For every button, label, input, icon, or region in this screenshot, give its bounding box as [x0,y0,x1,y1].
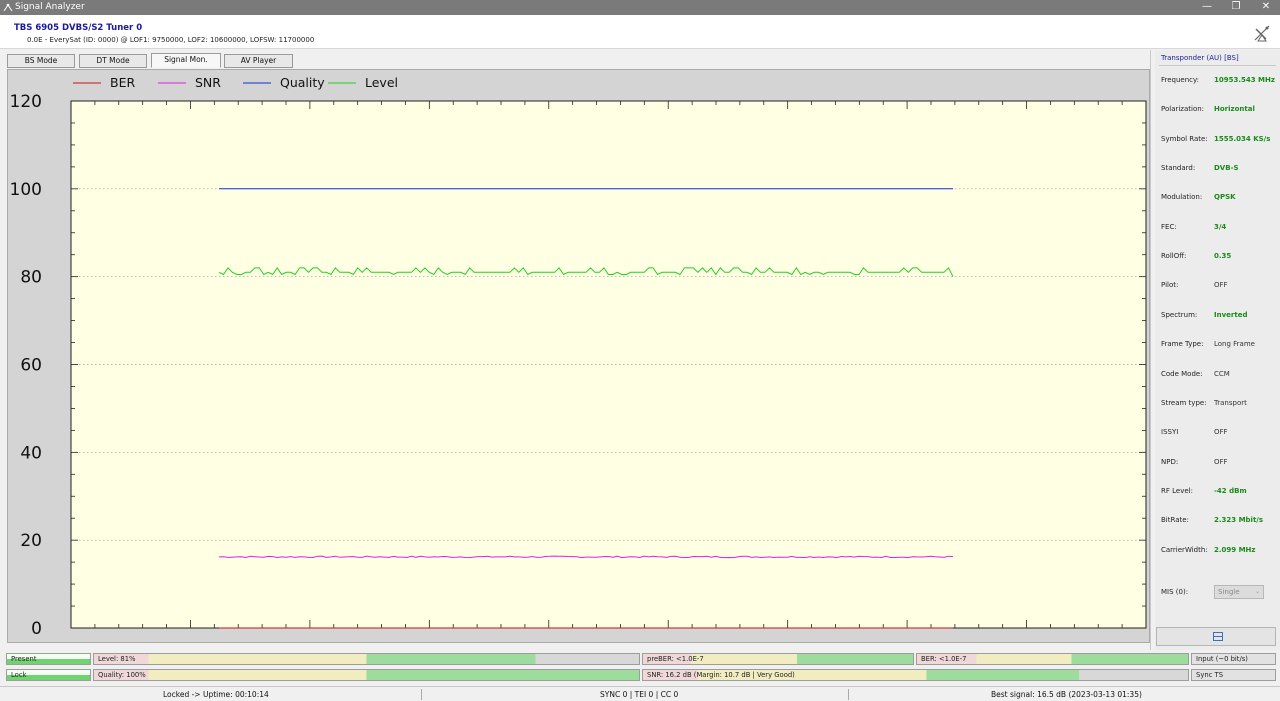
prop-value: 10953.543 MHz [1214,76,1275,84]
prop-value: 3/4 [1214,222,1227,231]
ber-label: BER: <1.0E-7 [921,655,967,663]
status-bar: Locked -> Uptime: 00:10:14 SYNC 0 | TEI … [0,686,1280,701]
level-label: Level: 81% [98,655,136,663]
mis-label: MIS (0): [1161,588,1189,596]
preber-label: preBER: <1.0E-7 [647,655,704,663]
prop-label: Standard: [1161,164,1196,173]
lock-indicator: Lock [6,669,91,681]
prop-label: CarrierWidth: [1161,545,1208,554]
prop-value: OFF [1214,428,1228,437]
prop-value: Inverted [1214,310,1248,319]
legend-label: SNR [195,75,221,90]
tab-dt-mode[interactable]: DT Mode [79,54,147,68]
mis-select[interactable]: Single ⌄ [1214,585,1264,599]
close-button[interactable]: ✕ [1251,0,1280,15]
prop-label: Code Mode: [1161,369,1203,378]
prop-label: RF Level: [1161,486,1193,495]
prop-value: OFF [1214,281,1228,290]
prop-value: Transport [1214,398,1247,407]
prop-value: -42 dBm [1214,486,1247,495]
minimize-button[interactable]: — [1192,0,1222,15]
present-indicator: Present [6,653,91,665]
transponder-title: Transponder (AU) [BS] [1161,54,1239,62]
tab-av-player[interactable]: AV Player [224,54,293,68]
prop-label: Modulation: [1161,193,1203,202]
y-tick-label: 0 [31,619,42,639]
window-panel-icon [1213,632,1223,641]
prop-value: 1555.034 KS/s [1214,134,1271,143]
prop-label: FEC: [1161,222,1177,231]
prop-value: QPSK [1214,193,1236,202]
satellite-info: 0.0E - EverySat (ID: 0000) @ LOF1: 97500… [27,36,315,44]
prop-label: Symbol Rate: [1161,134,1208,143]
y-tick-label: 60 [20,356,42,376]
preber-meter: preBER: <1.0E-7 [642,653,914,665]
y-tick-label: 20 [20,531,42,551]
restore-button[interactable]: ❐ [1221,0,1251,15]
snr-label: SNR: 16.2 dB (Margin: 10.7 dB | Very Goo… [647,671,795,679]
y-tick-label: 100 [10,180,42,200]
prop-value: CCM [1214,369,1230,378]
tab-bs-mode[interactable]: BS Mode [7,54,75,68]
tuner-header: TBS 6905 DVBS/S2 Tuner 0 0.0E - EverySat… [0,15,1280,49]
input-label: Input (~0 bit/s) [1196,655,1248,663]
prop-label: Spectrum: [1161,310,1198,319]
sync-counters: SYNC 0 | TEI 0 | CC 0 [600,690,679,699]
snr-meter: SNR: 16.2 dB (Margin: 10.7 dB | Very Goo… [642,669,1189,681]
ber-meter: BER: <1.0E-7 [916,653,1189,665]
panel-divider [1159,65,1276,66]
app-logo-icon [3,3,13,12]
panel-toggle-button[interactable] [1156,627,1276,646]
signal-chart: BER SNR Quality Level 0 20 40 60 80 100 120 [7,69,1150,643]
quality-label: Quality: 100% [98,671,146,679]
panel-splitter[interactable] [1150,50,1151,650]
uptime-status: Locked -> Uptime: 00:10:14 [163,690,269,699]
signal-chart-svg: BER SNR Quality Level 0 20 40 60 80 100 120 [10,75,1147,639]
level-meter: Level: 81% [93,653,640,665]
prop-label: Stream type: [1161,398,1207,407]
window-title-bar: Signal Analyzer — ❐ ✕ [0,0,1280,15]
device-name: TBS 6905 DVBS/S2 Tuner 0 [14,23,143,33]
prop-label: NPD: [1161,457,1179,466]
prop-value: 2.323 Mbit/s [1214,516,1264,525]
prop-label: RollOff: [1161,252,1187,261]
present-label: Present [11,655,37,663]
best-signal: Best signal: 16.5 dB (2023-03-13 01:35) [991,690,1142,699]
input-bitrate-box: Input (~0 bit/s) [1191,653,1276,665]
prop-value: OFF [1214,457,1228,466]
prop-label: Pilot: [1161,281,1179,290]
prop-value: Long Frame [1214,340,1255,349]
legend-label: BER [110,75,135,90]
prop-label: ISSYI [1161,428,1179,437]
quality-meter: Quality: 100% [93,669,640,681]
footer-separator [848,689,849,700]
y-tick-label: 80 [20,268,42,288]
prop-value: 2.099 MHz [1214,545,1256,554]
prop-value: Horizontal [1214,105,1255,114]
legend-label: Quality [280,75,325,90]
prop-label: BitRate: [1161,516,1189,525]
sync-ts-box: Sync TS [1191,669,1276,681]
mis-select-value: Single [1218,588,1240,596]
prop-label: Polarization: [1161,105,1205,114]
sync-ts-label: Sync TS [1196,671,1224,679]
transponder-panel: Transponder (AU) [BS] Frequency: 10953.54… [1155,50,1280,650]
tab-signal-mon[interactable]: Signal Mon. [151,53,221,68]
y-tick-label: 120 [10,92,42,112]
chevron-down-icon: ⌄ [1254,588,1260,595]
satellite-dish-icon[interactable] [1252,23,1272,43]
lock-label: Lock [11,671,27,679]
window-title: Signal Analyzer [15,2,85,12]
prop-label: Frame Type: [1161,340,1204,349]
prop-label: Frequency: [1161,76,1200,84]
footer-separator [421,689,422,700]
legend-label: Level [365,75,398,90]
y-tick-label: 40 [20,443,42,463]
prop-value: 0.35 [1214,252,1232,261]
prop-value: DVB-S [1214,164,1239,173]
